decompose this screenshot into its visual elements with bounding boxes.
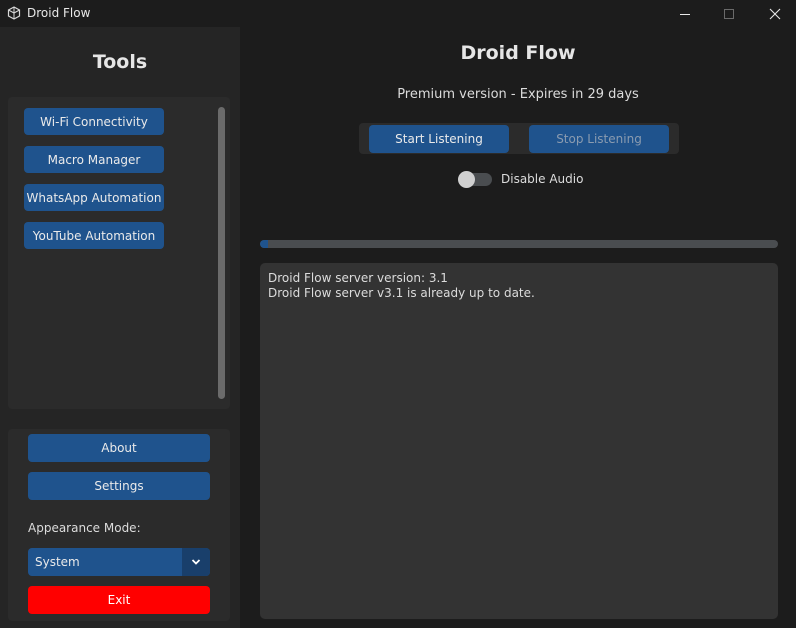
close-icon (769, 8, 781, 19)
maximize-button[interactable] (706, 0, 752, 27)
disable-audio-label[interactable]: Disable Audio (501, 172, 583, 186)
log-line: Droid Flow server version: 3.1 (268, 271, 448, 285)
log-line: Droid Flow server v3.1 is already up to … (268, 286, 535, 300)
wifi-connectivity-button[interactable]: Wi-Fi Connectivity (24, 108, 164, 135)
appearance-mode-dropdown[interactable]: System (28, 548, 210, 576)
progress-bar (260, 240, 778, 248)
main-title: Droid Flow (460, 42, 576, 64)
listen-controls: Start Listening Stop Listening (359, 123, 679, 154)
tools-scroll-panel: Wi-Fi Connectivity Macro Manager WhatsAp… (8, 97, 230, 409)
appearance-mode-label: Appearance Mode: (28, 521, 141, 535)
maximize-icon (724, 8, 734, 19)
disable-audio-switch[interactable] (458, 171, 492, 188)
license-status: Premium version - Expires in 29 days (397, 87, 639, 102)
log-output[interactable]: Droid Flow server version: 3.1 Droid Flo… (260, 263, 778, 619)
app-logo-icon (7, 6, 21, 20)
minimize-icon (680, 13, 690, 15)
appearance-mode-value: System (35, 555, 80, 569)
chevron-down-icon (191, 559, 201, 565)
title-bar: Droid Flow (0, 0, 796, 27)
switch-knob (458, 171, 475, 188)
sidebar-title: Tools (92, 51, 148, 73)
settings-button[interactable]: Settings (28, 472, 210, 500)
tools-scrollbar[interactable] (218, 107, 225, 399)
dropdown-arrow[interactable] (182, 548, 210, 576)
macro-manager-button[interactable]: Macro Manager (24, 146, 164, 173)
minimize-button[interactable] (662, 0, 708, 27)
window-title: Droid Flow (27, 6, 91, 20)
about-button[interactable]: About (28, 434, 210, 462)
start-listening-button[interactable]: Start Listening (369, 125, 509, 153)
youtube-automation-button[interactable]: YouTube Automation (24, 222, 164, 249)
progress-fill (260, 240, 268, 248)
whatsapp-automation-button[interactable]: WhatsApp Automation (24, 184, 164, 211)
exit-button[interactable]: Exit (28, 586, 210, 614)
sidebar: Tools Wi-Fi Connectivity Macro Manager W… (0, 27, 240, 628)
settings-panel: About Settings Appearance Mode: System E… (8, 429, 230, 621)
close-button[interactable] (752, 0, 796, 27)
stop-listening-button[interactable]: Stop Listening (529, 125, 669, 153)
